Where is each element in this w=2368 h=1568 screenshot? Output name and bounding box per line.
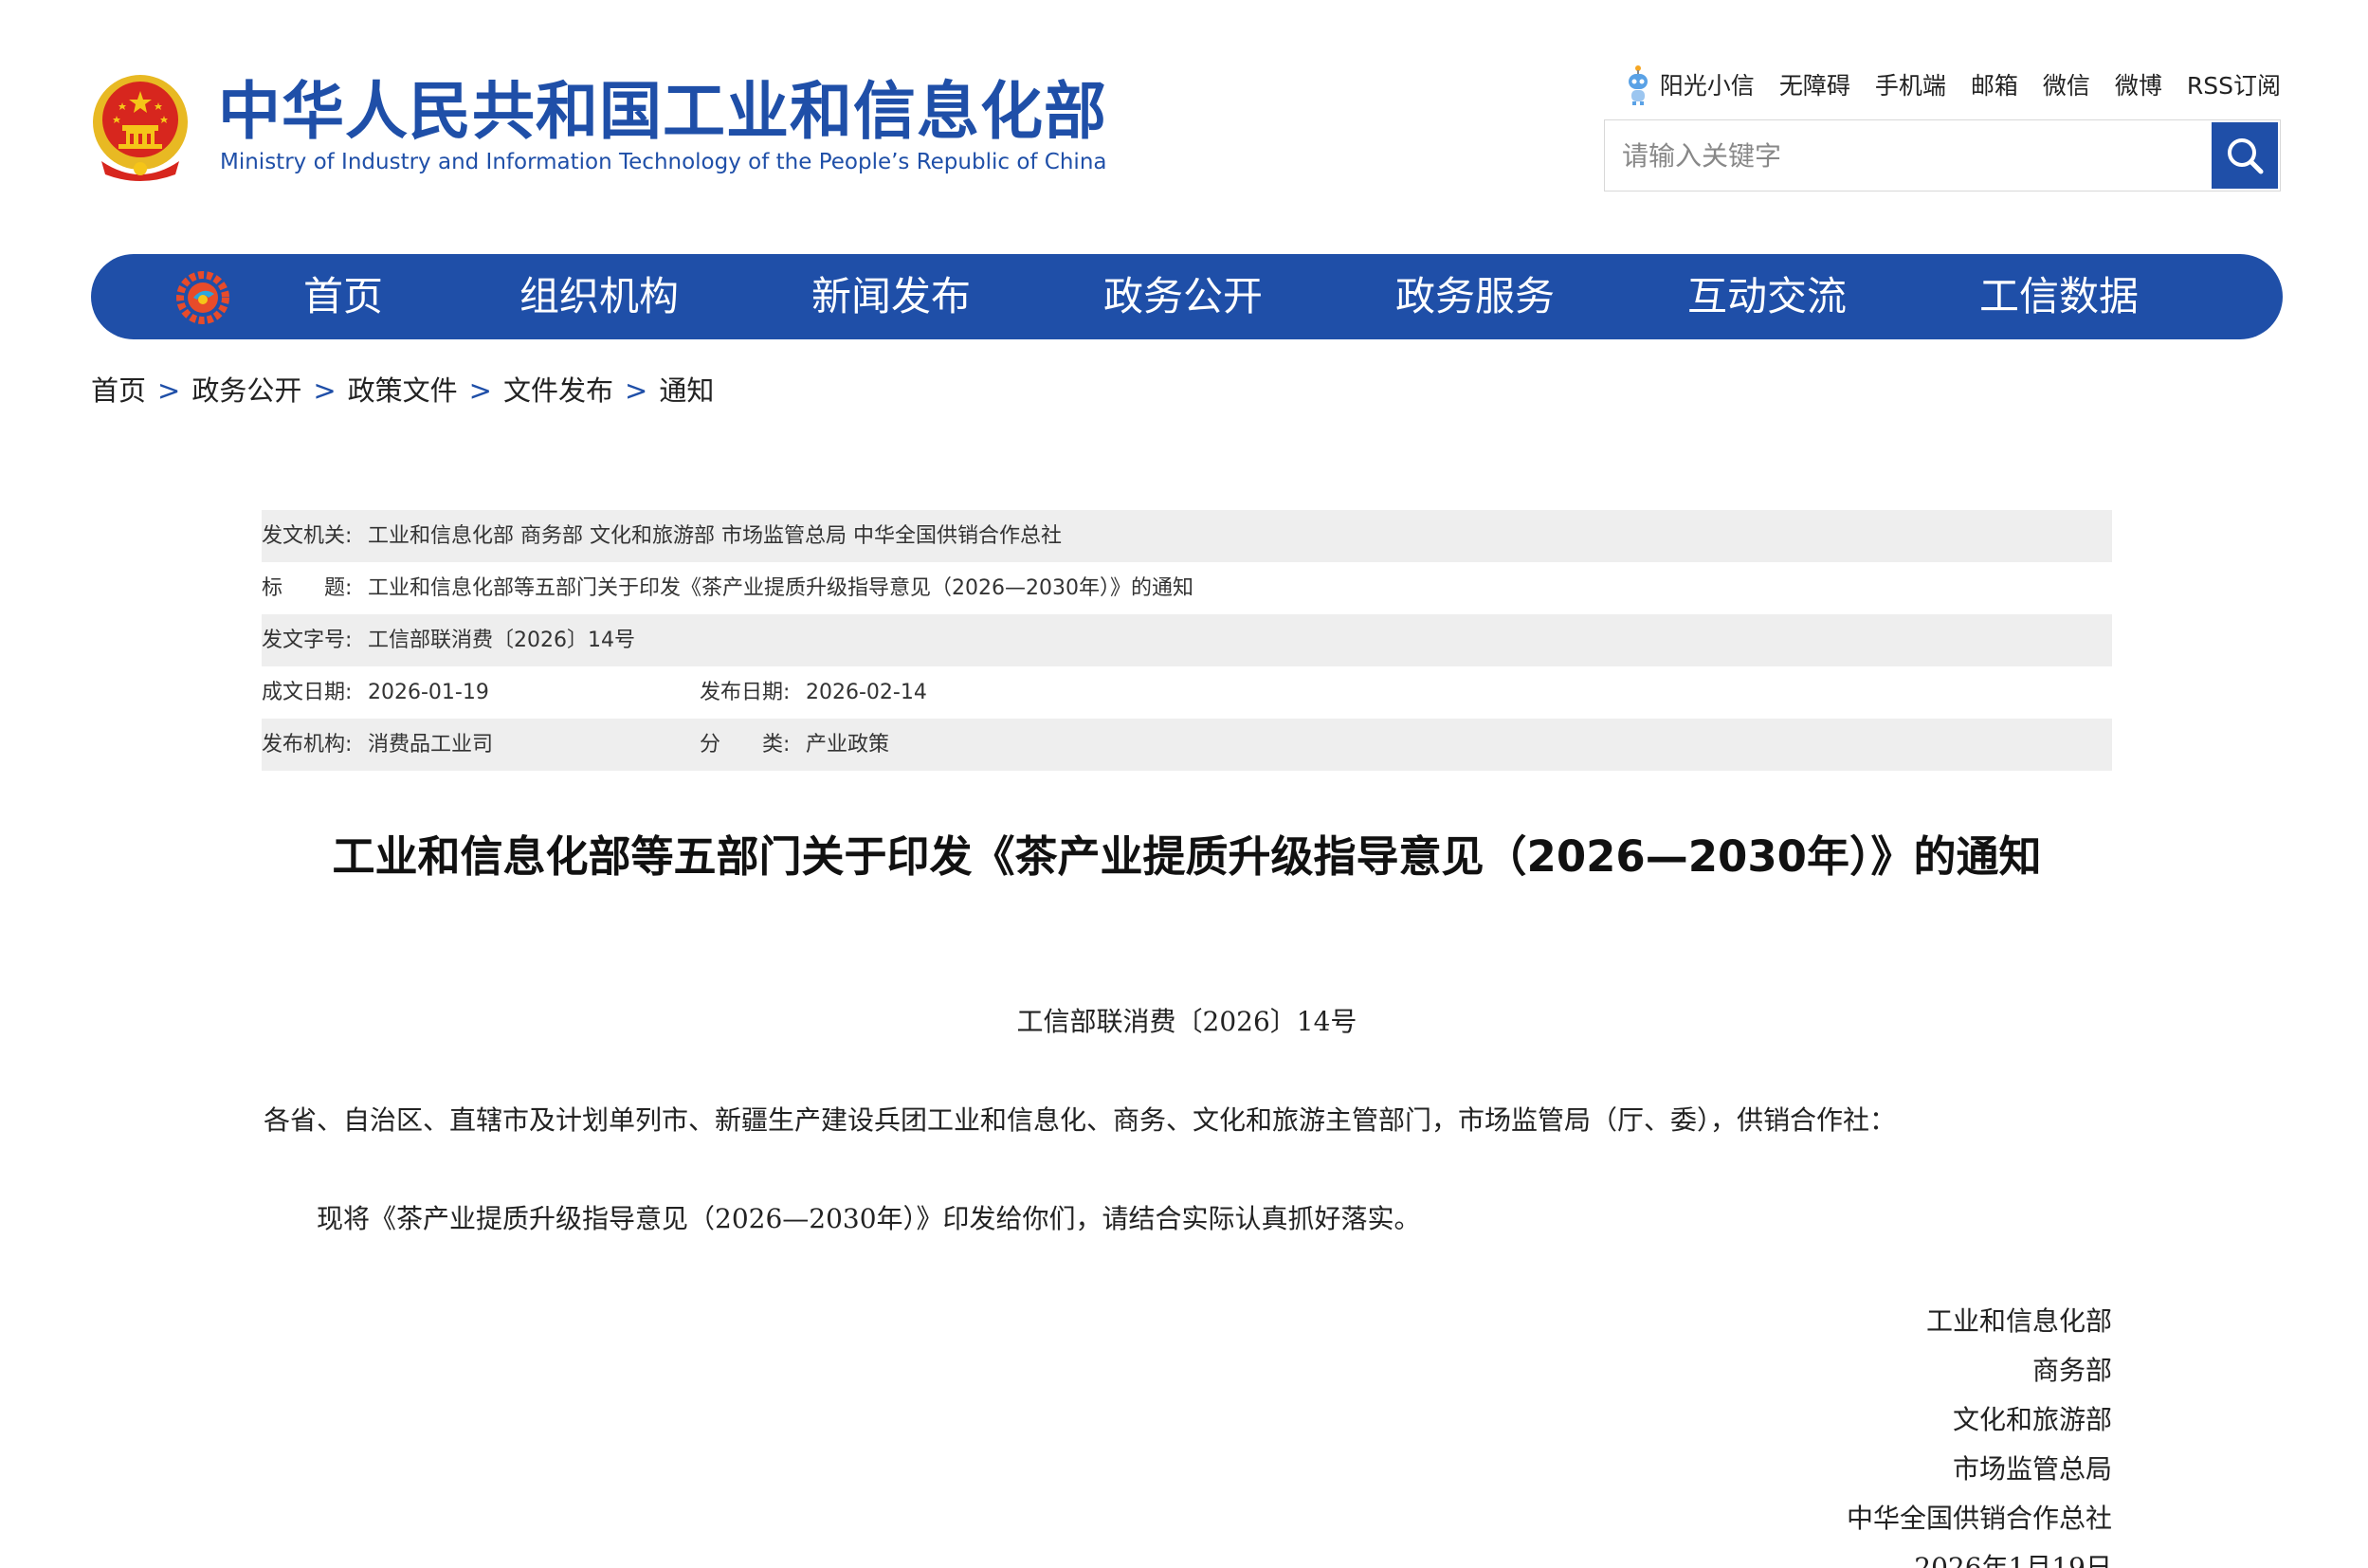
toplink-wechat[interactable]: 微信 bbox=[2043, 67, 2090, 101]
site-title-cn[interactable]: 中华人民共和国工业和信息化部 bbox=[218, 74, 1107, 150]
meta-docno-value: 工信部联消费〔2026〕14号 bbox=[368, 629, 635, 652]
search-input[interactable] bbox=[1605, 120, 2212, 191]
meta-row-issuer: 发文机关: 工业和信息化部 商务部 文化和旅游部 市场监管总局 中华全国供销合作… bbox=[262, 510, 2112, 562]
meta-written-date-label: 成文日期: bbox=[262, 681, 353, 704]
meta-issuer-label: 发文机关: bbox=[262, 524, 353, 548]
robot-assistant-icon bbox=[1628, 65, 1648, 105]
meta-row-docno: 发文字号: 工信部联消费〔2026〕14号 bbox=[262, 614, 2112, 666]
meta-issuer-value: 工业和信息化部 商务部 文化和旅游部 市场监管总局 中华全国供销合作总社 bbox=[368, 524, 1062, 548]
toplink-label: 阳光小信 bbox=[1659, 72, 1755, 100]
breadcrumb-separator: > bbox=[313, 374, 337, 407]
nav-item-data[interactable]: 工信数据 bbox=[1979, 254, 2139, 339]
toplink-accessibility[interactable]: 无障碍 bbox=[1779, 67, 1850, 101]
search-icon bbox=[2228, 138, 2264, 174]
breadcrumb-home[interactable]: 首页 bbox=[91, 370, 146, 411]
breadcrumb-notice[interactable]: 通知 bbox=[659, 370, 714, 411]
breadcrumb-separator: > bbox=[157, 374, 181, 407]
breadcrumb: 首页 > 政务公开 > 政策文件 > 文件发布 > 通知 bbox=[91, 370, 714, 411]
meta-title-value: 工业和信息化部等五部门关于印发《茶产业提质升级指导意见（2026—2030年）》… bbox=[368, 576, 1193, 600]
nav-item-interaction[interactable]: 互动交流 bbox=[1687, 254, 1847, 339]
header: 中华人民共和国工业和信息化部 Ministry of Industry and … bbox=[0, 0, 2368, 228]
breadcrumb-document-release[interactable]: 文件发布 bbox=[503, 370, 613, 411]
page: 中华人民共和国工业和信息化部 Ministry of Industry and … bbox=[0, 0, 2368, 1568]
meta-title-label: 标 题: bbox=[262, 576, 353, 600]
nav-item-news[interactable]: 新闻发布 bbox=[811, 254, 971, 339]
signature-date: 2026年1月19日 bbox=[1914, 1552, 2112, 1568]
signature-line: 工业和信息化部 bbox=[1925, 1305, 2112, 1337]
meta-row-org: 发布机构: 消费品工业司 分 类: 产业政策 bbox=[262, 719, 2112, 771]
article-signatures: 工业和信息化部 商务部 文化和旅游部 市场监管总局 中华全国供销合作总社 202… bbox=[1847, 1297, 2112, 1568]
meta-row-dates: 成文日期: 2026-01-19 发布日期: 2026-02-14 bbox=[262, 666, 2112, 719]
nav-item-organization[interactable]: 组织机构 bbox=[519, 254, 679, 339]
nav-item-home[interactable]: 首页 bbox=[303, 254, 383, 339]
meta-row-title: 标 题: 工业和信息化部等五部门关于印发《茶产业提质升级指导意见（2026—20… bbox=[262, 562, 2112, 614]
signature-line: 商务部 bbox=[2031, 1355, 2112, 1386]
breadcrumb-separator: > bbox=[468, 374, 492, 407]
national-emblem-icon[interactable] bbox=[88, 70, 192, 184]
meta-published-date-value: 2026-02-14 bbox=[806, 681, 927, 704]
miit-gear-logo-icon[interactable] bbox=[174, 269, 231, 326]
nav-item-government-affairs[interactable]: 政务公开 bbox=[1103, 254, 1263, 339]
signature-line: 市场监管总局 bbox=[1952, 1453, 2112, 1485]
top-links: 阳光小信 无障碍 手机端 邮箱 微信 微博 RSS订阅 bbox=[1624, 63, 2281, 106]
meta-category-value: 产业政策 bbox=[806, 733, 890, 757]
toplink-rss[interactable]: RSS订阅 bbox=[2187, 67, 2281, 101]
main-nav: 首页 组织机构 新闻发布 政务公开 政务服务 互动交流 工信数据 bbox=[91, 254, 2283, 339]
nav-item-government-services[interactable]: 政务服务 bbox=[1395, 254, 1555, 339]
signature-line: 文化和旅游部 bbox=[1952, 1404, 2112, 1435]
search-box bbox=[1604, 119, 2281, 191]
site-title-en[interactable]: Ministry of Industry and Information Tec… bbox=[220, 148, 1107, 176]
meta-category-label: 分 类: bbox=[700, 733, 791, 757]
meta-published-date-label: 发布日期: bbox=[700, 681, 791, 704]
toplink-weibo[interactable]: 微博 bbox=[2115, 67, 2162, 101]
document-meta-table: 发文机关: 工业和信息化部 商务部 文化和旅游部 市场监管总局 中华全国供销合作… bbox=[262, 510, 2112, 771]
article-title: 工业和信息化部等五部门关于印发《茶产业提质升级指导意见（2026—2030年）》… bbox=[332, 831, 2042, 882]
toplink-mobile[interactable]: 手机端 bbox=[1875, 67, 1946, 101]
toplink-sunshine[interactable]: 阳光小信 bbox=[1624, 63, 1755, 106]
search-button[interactable] bbox=[2212, 122, 2278, 189]
breadcrumb-separator: > bbox=[625, 374, 648, 407]
toplink-mail[interactable]: 邮箱 bbox=[1971, 67, 2018, 101]
meta-org-value: 消费品工业司 bbox=[368, 733, 494, 757]
meta-org-label: 发布机构: bbox=[262, 733, 353, 757]
breadcrumb-government-affairs[interactable]: 政务公开 bbox=[191, 370, 301, 411]
meta-written-date-value: 2026-01-19 bbox=[368, 681, 489, 704]
breadcrumb-policy-documents[interactable]: 政策文件 bbox=[348, 370, 458, 411]
article-doc-number: 工信部联消费〔2026〕14号 bbox=[1016, 1006, 1357, 1037]
meta-docno-label: 发文字号: bbox=[262, 629, 353, 652]
article-salutation: 各省、自治区、直辖市及计划单列市、新疆生产建设兵团工业和信息化、商务、文化和旅游… bbox=[264, 1104, 1897, 1136]
article-body: 现将《茶产业提质升级指导意见（2026—2030年）》印发给你们，请结合实际认真… bbox=[317, 1203, 1421, 1234]
signature-line: 中华全国供销合作总社 bbox=[1846, 1503, 2112, 1534]
